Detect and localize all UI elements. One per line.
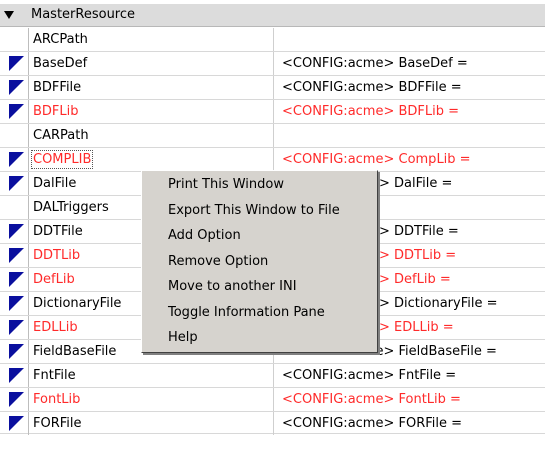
modified-marker-icon [9, 56, 24, 71]
row-name: BDFFile [33, 80, 82, 95]
modified-marker-icon [9, 344, 24, 359]
modified-marker-icon [9, 104, 24, 119]
row-value: > EDLLib = [379, 320, 454, 335]
grid-row[interactable]: BDFLib <CONFIG:acme> BDFLib = [0, 100, 545, 124]
row-value: <CONFIG:acme> BDFLib = [282, 104, 460, 119]
row-gutter [0, 340, 29, 363]
row-name: DDTLib [33, 248, 81, 263]
row-value: > DictionaryFile = [379, 296, 498, 311]
menu-item-remove-option[interactable]: Remove Option [168, 254, 268, 269]
row-gutter [0, 412, 29, 435]
modified-marker-icon [9, 176, 24, 191]
menu-item-move-ini[interactable]: Move to another INI [168, 279, 297, 294]
row-name: FntFile [33, 368, 76, 383]
modified-marker-icon [9, 272, 24, 287]
row-value: <CONFIG:acme> FORFile = [282, 416, 463, 431]
modified-marker-icon [9, 392, 24, 407]
column-divider [273, 76, 274, 99]
row-name: ARCPath [33, 32, 88, 47]
row-gutter [0, 364, 29, 387]
grid-row[interactable]: FntFile <CONFIG:acme> FntFile = [0, 364, 545, 388]
menu-item-print-window[interactable]: Print This Window [168, 177, 284, 192]
row-gutter [0, 220, 29, 243]
row-name: FORFile [33, 416, 82, 431]
row-value: > DalFile = [379, 176, 453, 191]
row-name: CARPath [33, 128, 89, 143]
row-name: FieldBaseFile [33, 344, 117, 359]
row-gutter [0, 148, 29, 171]
grid-row[interactable]: BDFFile <CONFIG:acme> BDFFile = [0, 76, 545, 100]
modified-marker-icon [9, 80, 24, 95]
row-name: DDTFile [33, 224, 83, 239]
grid-row[interactable]: FORFile <CONFIG:acme> FORFile = [0, 412, 545, 435]
row-name: EDLLib [33, 320, 78, 335]
context-menu: Print This Window Export This Window to … [141, 170, 378, 353]
row-name: DictionaryFile [33, 296, 122, 311]
row-value: <CONFIG:acme> FontLib = [282, 392, 461, 407]
column-divider [273, 124, 274, 147]
column-divider [273, 412, 274, 435]
menu-item-toggle-info-pane[interactable]: Toggle Information Pane [168, 305, 325, 320]
row-name: COMPLIB [30, 150, 94, 169]
menu-item-export-window[interactable]: Export This Window to File [168, 203, 340, 218]
row-gutter [0, 196, 29, 219]
column-divider [273, 388, 274, 411]
row-gutter [0, 52, 29, 75]
grid-row[interactable]: ARCPath [0, 28, 545, 52]
row-gutter [0, 292, 29, 315]
row-name: DALTriggers [33, 200, 109, 215]
row-value: > DDTLib = [379, 248, 457, 263]
column-divider [273, 52, 274, 75]
row-gutter [0, 172, 29, 195]
row-gutter [0, 244, 29, 267]
row-gutter [0, 316, 29, 339]
category-title: MasterResource [31, 7, 136, 22]
column-divider [273, 100, 274, 123]
row-value: <CONFIG:acme> FntFile = [282, 368, 457, 383]
modified-marker-icon [9, 224, 24, 239]
row-name: DefLib [33, 272, 75, 287]
row-gutter [0, 76, 29, 99]
row-value: > DefLib = [379, 272, 451, 287]
grid-row[interactable]: CARPath [0, 124, 545, 148]
column-divider [273, 364, 274, 387]
row-gutter [0, 388, 29, 411]
grid-row[interactable]: BaseDef <CONFIG:acme> BaseDef = [0, 52, 545, 76]
row-value: <CONFIG:acme> BaseDef = [282, 56, 468, 71]
grid-row-selected[interactable]: COMPLIB <CONFIG:acme> CompLib = [0, 148, 545, 172]
modified-marker-icon [9, 416, 24, 431]
row-gutter [0, 124, 29, 147]
modified-marker-icon [9, 320, 24, 335]
row-value: <CONFIG:acme> CompLib = [282, 152, 471, 167]
row-value: <CONFIG:acme> BDFFile = [282, 80, 462, 95]
modified-marker-icon [9, 152, 24, 167]
row-name: BDFLib [33, 104, 79, 119]
modified-marker-icon [9, 296, 24, 311]
collapse-triangle-icon[interactable] [4, 11, 14, 19]
column-divider [273, 28, 274, 51]
row-name: DalFile [33, 176, 77, 191]
column-divider [273, 148, 274, 171]
row-gutter [0, 268, 29, 291]
row-name: BaseDef [33, 56, 88, 71]
modified-marker-icon [9, 368, 24, 383]
row-gutter [0, 100, 29, 123]
modified-marker-icon [9, 248, 24, 263]
row-gutter [0, 28, 29, 51]
menu-item-add-option[interactable]: Add Option [168, 228, 241, 243]
category-header[interactable]: MasterResource [0, 4, 545, 27]
grid-row[interactable]: FontLib <CONFIG:acme> FontLib = [0, 388, 545, 412]
menu-item-help[interactable]: Help [168, 330, 198, 345]
row-name: FontLib [33, 392, 81, 407]
row-value: > DDTFile = [379, 224, 459, 239]
